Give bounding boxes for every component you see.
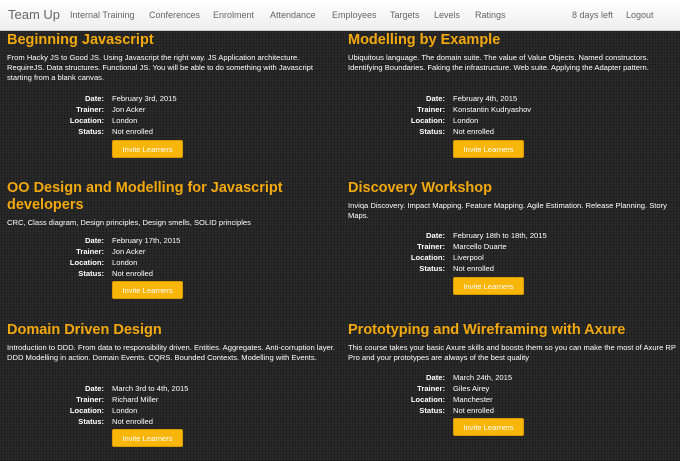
course-status: Not enrolled (453, 264, 494, 273)
location-label: Location: (69, 258, 104, 267)
course-description: This course takes your basic Axure skill… (348, 343, 676, 362)
course-status: Not enrolled (112, 417, 153, 426)
course-location: London (112, 116, 138, 125)
course-card: Domain Driven Design Introduction to DDD… (7, 322, 337, 363)
trainer-label: Trainer: (417, 105, 445, 114)
course-status: Not enrolled (453, 406, 494, 415)
course-trainer: Marcello Duarte (453, 242, 507, 251)
course-location: London (453, 116, 479, 125)
course-title[interactable]: Beginning Javascript (7, 32, 337, 49)
course-date: February 3rd, 2015 (112, 94, 177, 103)
brand-logo[interactable]: Team Up (8, 7, 60, 22)
nav-employees[interactable]: Employees (332, 10, 377, 20)
days-left-indicator: 8 days left (572, 10, 614, 20)
course-title[interactable]: OO Design and Modelling for Javascript d… (7, 180, 337, 214)
course-title[interactable]: Discovery Workshop (348, 180, 678, 197)
date-label: Date: (85, 384, 104, 393)
course-card: Modelling by Example Ubiquitous language… (348, 32, 678, 73)
course-description: From Hacky JS to Good JS. Using Javascri… (7, 53, 314, 82)
status-label: Status: (78, 417, 104, 426)
course-trainer: Giles Airey (453, 384, 490, 393)
course-status: Not enrolled (453, 127, 494, 136)
course-card: Discovery Workshop Inviqa Discovery. Imp… (348, 180, 678, 221)
location-label: Location: (69, 116, 104, 125)
course-date: March 24th, 2015 (453, 373, 513, 382)
course-trainer: Jon Acker (112, 105, 146, 114)
nav-enrolment[interactable]: Enrolment (213, 10, 254, 20)
trainer-label: Trainer: (76, 105, 104, 114)
date-label: Date: (85, 94, 104, 103)
nav-ratings[interactable]: Ratings (475, 10, 506, 20)
course-title[interactable]: Modelling by Example (348, 32, 678, 49)
location-label: Location: (410, 116, 445, 125)
invite-learners-button[interactable]: Invite Learners (112, 281, 183, 299)
course-trainer: Richard Miller (112, 395, 159, 404)
invite-learners-button[interactable]: Invite Learners (112, 140, 183, 158)
logout-link[interactable]: Logout (626, 10, 654, 20)
course-date: February 18th to 18th, 2015 (453, 231, 547, 240)
course-trainer: Konstantin Kudryashov (453, 105, 532, 114)
course-details: Date: March 3rd to 4th, 2015 Trainer: Rich… (7, 383, 337, 427)
top-navbar: Team Up Internal Training Conferences En… (0, 0, 680, 31)
course-description: Inviqa Discovery. Impact Mapping. Featur… (348, 201, 667, 220)
course-date: February 17th, 2015 (112, 236, 181, 245)
location-label: Location: (410, 395, 445, 404)
status-label: Status: (78, 127, 104, 136)
course-details: Date: February 4th, 2015 Trainer: Konstant… (348, 93, 678, 137)
course-status: Not enrolled (112, 269, 153, 278)
location-label: Location: (69, 406, 104, 415)
status-label: Status: (419, 406, 445, 415)
status-label: Status: (78, 269, 104, 278)
status-label: Status: (419, 127, 445, 136)
trainer-label: Trainer: (76, 395, 104, 404)
course-title[interactable]: Prototyping and Wireframing with Axure (348, 322, 678, 339)
course-card: Prototyping and Wireframing with Axure T… (348, 322, 678, 363)
course-date: March 3rd to 4th, 2015 (112, 384, 189, 393)
date-label: Date: (426, 231, 445, 240)
trainer-label: Trainer: (417, 242, 445, 251)
location-label: Location: (410, 253, 445, 262)
status-label: Status: (419, 264, 445, 273)
invite-learners-button[interactable]: Invite Learners (453, 277, 524, 295)
course-details: Date: February 3rd, 2015 Trainer: Jon Acke… (7, 93, 337, 137)
trainer-label: Trainer: (76, 247, 104, 256)
date-label: Date: (85, 236, 104, 245)
course-title[interactable]: Domain Driven Design (7, 322, 337, 339)
course-location: Liverpool (453, 253, 484, 262)
nav-attendance[interactable]: Attendance (270, 10, 316, 20)
course-description: Ubiquitous language. The domain suite. T… (348, 53, 649, 72)
course-description: Introduction to DDD. From data to respon… (7, 343, 335, 362)
nav-levels[interactable]: Levels (434, 10, 460, 20)
trainer-label: Trainer: (417, 384, 445, 393)
invite-learners-button[interactable]: Invite Learners (453, 140, 524, 158)
course-details: Date: February 18th to 18th, 2015 Trainer… (348, 230, 678, 274)
nav-internal-training[interactable]: Internal Training (70, 10, 135, 20)
nav-conferences[interactable]: Conferences (149, 10, 200, 20)
course-card: OO Design and Modelling for Javascript d… (7, 180, 337, 228)
course-location: London (112, 258, 138, 267)
course-location: London (112, 406, 138, 415)
course-description: CRC, Class diagram, Design principles, D… (7, 218, 251, 227)
course-card: Beginning Javascript From Hacky JS to Go… (7, 32, 337, 83)
date-label: Date: (426, 94, 445, 103)
nav-targets[interactable]: Targets (390, 10, 420, 20)
course-details: Date: March 24th, 2015 Trainer: Giles Aire… (348, 372, 678, 416)
invite-learners-button[interactable]: Invite Learners (453, 418, 524, 436)
invite-learners-button[interactable]: Invite Learners (112, 429, 183, 447)
date-label: Date: (426, 373, 445, 382)
course-status: Not enrolled (112, 127, 153, 136)
course-trainer: Jon Acker (112, 247, 146, 256)
course-details: Date: February 17th, 2015 Trainer: Jon Ack… (7, 235, 337, 279)
course-location: Manchester (453, 395, 493, 404)
course-date: February 4th, 2015 (453, 94, 518, 103)
